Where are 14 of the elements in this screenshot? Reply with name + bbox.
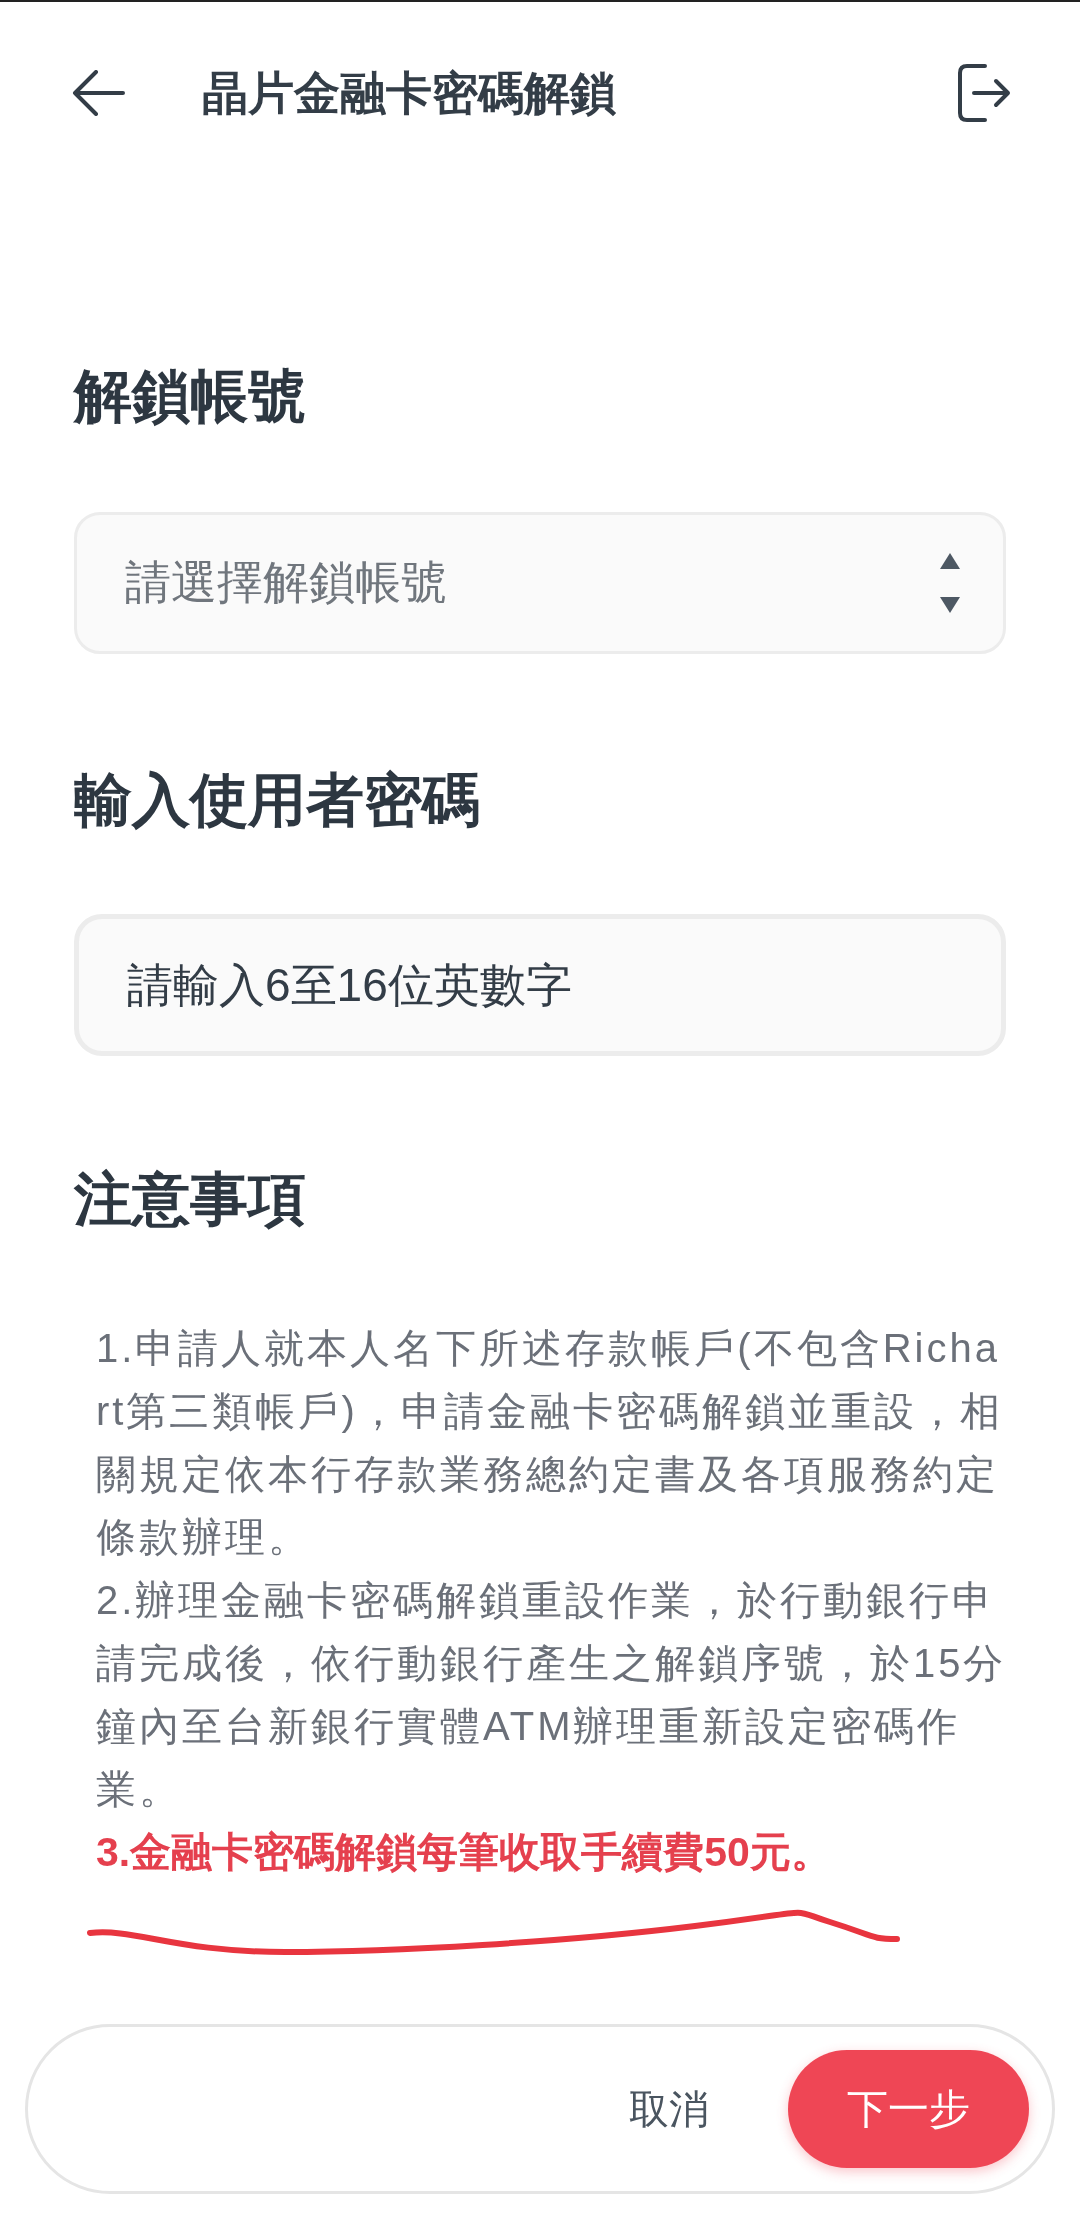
section-heading: 注意事項 [74, 1165, 306, 1233]
section-heading: 輸入使用者密碼 [74, 766, 480, 834]
cancel-button[interactable]: 取消 [629, 2081, 709, 2137]
note-text: 2.辦理金融卡密碼解鎖重設作業，於行動銀行申請完成後，依行動銀行產生之解鎖序號，於15分鐘內至台新銀行實體ATM辦理重新設定密碼作業。 [96, 1577, 1008, 1813]
account-select[interactable]: 請選擇解鎖帳號 [74, 512, 1006, 654]
section-heading: 解鎖帳號 [74, 362, 306, 430]
logout-icon[interactable] [957, 63, 1011, 123]
up-down-caret-icon [940, 553, 960, 613]
note-text: 1.申請人就本人名下所述存款帳戶(不包含Richart第三類帳戶)，申請金融卡密碼解鎖並重設，相關規定依本行存款業務總約定書及各項服務約定條款辦理。 [96, 1325, 1004, 1561]
important-note: 3.金融卡密碼解鎖每筆收取手續費50元。 [96, 1828, 833, 1877]
next-button[interactable]: 下一步 [788, 2050, 1029, 2168]
password-input[interactable]: 請輸入6至16位英數字 [74, 914, 1006, 1056]
page-title: 晶片金融卡密碼解鎖 [202, 66, 616, 121]
back-arrow-icon[interactable] [72, 70, 126, 116]
